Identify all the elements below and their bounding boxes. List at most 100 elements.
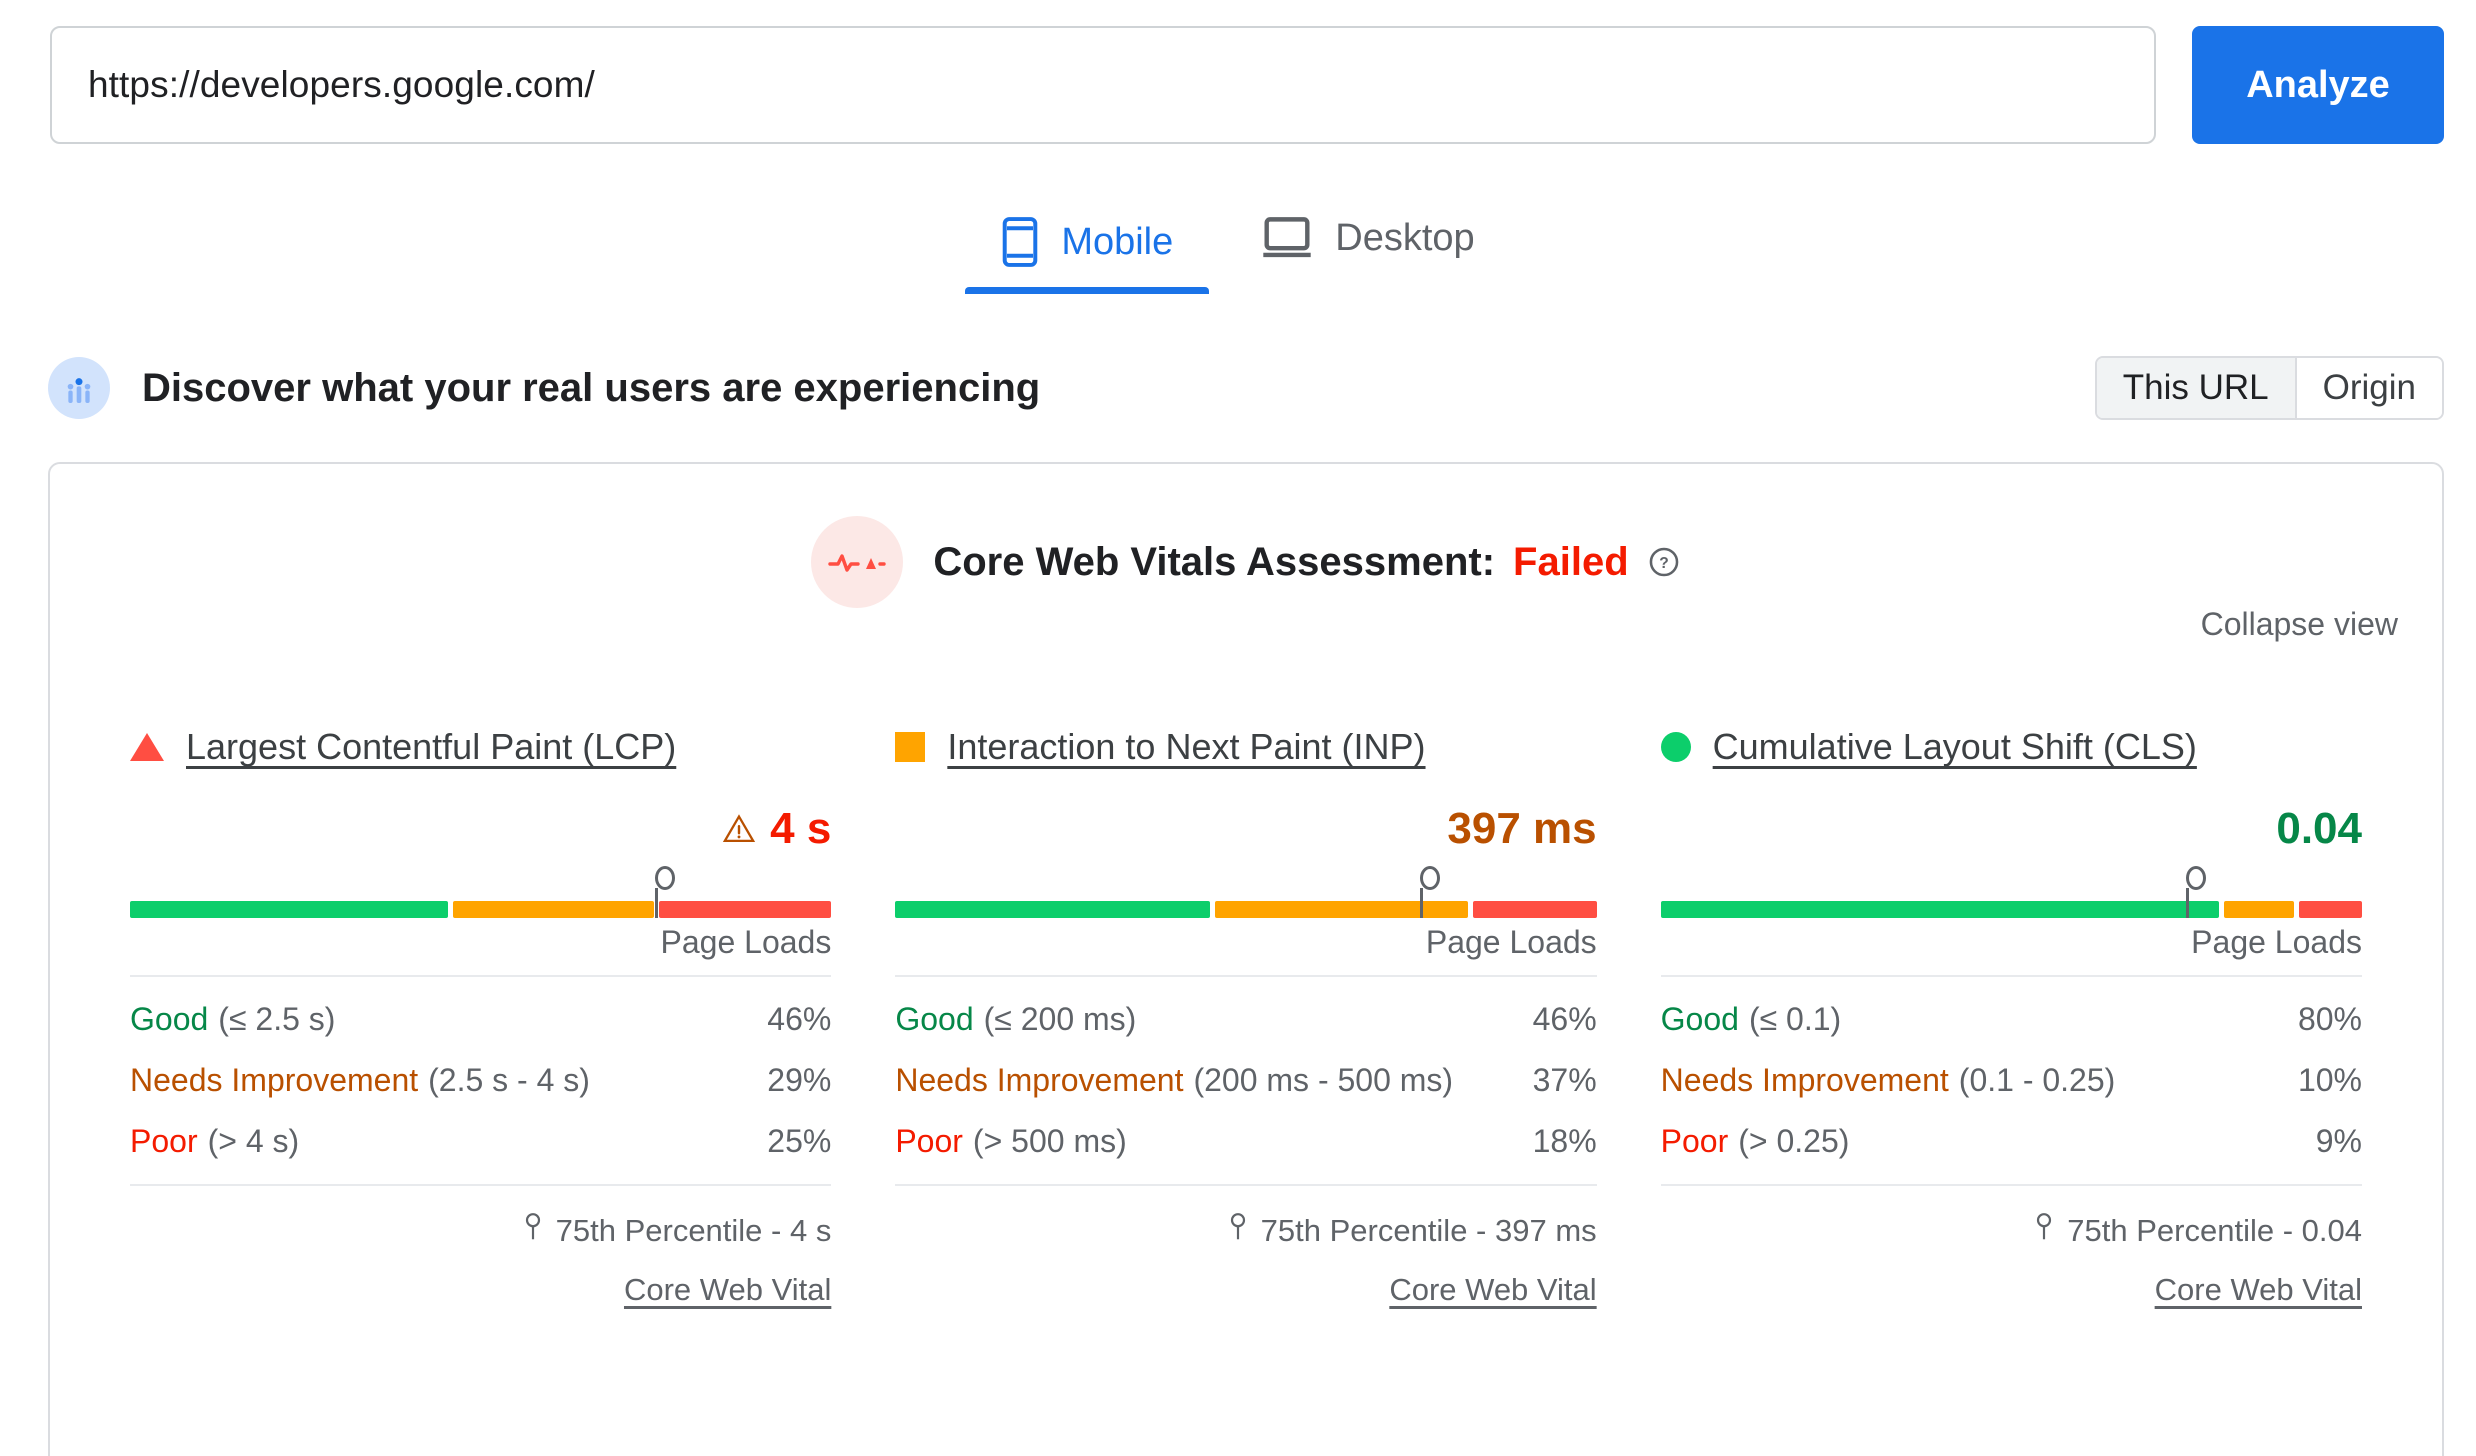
assessment-label: Core Web Vitals Assessment:: [933, 539, 1496, 584]
metric-cls-p75-pin: [2185, 866, 2206, 918]
bucket-range: (≤ 0.1): [1748, 1001, 1842, 1037]
bucket-range: (0.1 - 0.25): [1958, 1062, 2116, 1098]
metric-cls-cwv-link[interactable]: Core Web Vital: [1661, 1250, 2362, 1308]
bucket-row: Poor (> 500 ms) 18%: [895, 1111, 1596, 1172]
bucket-percent: 80%: [2297, 1001, 2362, 1037]
bucket-range: (≤ 2.5 s): [218, 1001, 336, 1037]
core-web-vitals-card: Core Web Vitals Assessment: Failed ? Col…: [48, 462, 2444, 1456]
metric-lcp-buckets: Good (≤ 2.5 s) 46% Needs Improvement (2.…: [130, 975, 832, 1186]
metric-lcp-bar: [130, 866, 832, 918]
assessment-header: Core Web Vitals Assessment: Failed ?: [50, 516, 2442, 608]
metric-cls-value-row: 0.04: [1661, 798, 2362, 860]
bucket-percent: 46%: [767, 1001, 832, 1037]
metric-lcp-percentile: 75th Percentile - 4 s: [130, 1186, 831, 1250]
bucket-range: (> 0.25): [1738, 1123, 1850, 1159]
discover-header: Discover what your real users are experi…: [0, 356, 2476, 420]
bucket-label: Needs Improvement: [130, 1062, 419, 1098]
metric-inp-cwv-link[interactable]: Core Web Vital: [895, 1250, 1596, 1308]
metric-lcp-header: Largest Contentful Paint (LCP): [130, 726, 831, 768]
metric-lcp-p75-pin: [654, 866, 675, 918]
metric-cls-percentile-text: 75th Percentile - 0.04: [2067, 1213, 2362, 1248]
metric-inp-p75-pin: [1420, 866, 1441, 918]
metric-cls-buckets: Good (≤ 0.1) 80% Needs Improvement (0.1 …: [1660, 975, 2362, 1186]
bucket-row: Good (≤ 0.1) 80%: [1661, 989, 2362, 1050]
good-circle-icon: [1660, 732, 1691, 762]
bucket-percent: 37%: [1532, 1062, 1597, 1098]
scope-this-url-button[interactable]: This URL: [2096, 358, 2295, 418]
scope-origin-button[interactable]: Origin: [2294, 358, 2442, 418]
needs-improvement-square-icon: [895, 732, 926, 762]
bar-segment-needs-improvement: [1215, 901, 1469, 918]
metric-cls-header: Cumulative Layout Shift (CLS): [1660, 726, 2362, 768]
metric-lcp-title[interactable]: Largest Contentful Paint (LCP): [186, 726, 676, 768]
bucket-percent: 18%: [1532, 1123, 1597, 1159]
url-bar-row: https://developers.google.com/ Analyze: [0, 0, 2476, 144]
metric-cls-bar: [1660, 866, 2362, 918]
metric-lcp-value-row: 4 s: [130, 798, 831, 860]
scope-toggle-group: This URL Origin: [2094, 356, 2444, 420]
bucket-label: Poor: [130, 1123, 198, 1159]
bucket-range: (200 ms - 500 ms): [1193, 1062, 1454, 1098]
metrics-grid: Largest Contentful Paint (LCP) 4 s Page …: [50, 726, 2442, 1308]
metric-lcp-column-header: Page Loads: [660, 924, 832, 960]
bar-segment-good: [895, 901, 1211, 918]
bucket-range: (> 4 s): [207, 1123, 300, 1159]
bucket-label: Good: [1660, 1001, 1739, 1037]
bucket-row: Needs Improvement (200 ms - 500 ms) 37%: [895, 1050, 1596, 1111]
mobile-icon: [1001, 216, 1039, 268]
bucket-label: Good: [895, 1001, 974, 1037]
metric-cls-title[interactable]: Cumulative Layout Shift (CLS): [1713, 726, 2197, 768]
metric-lcp-bar-track: [130, 901, 832, 918]
bar-segment-needs-improvement: [453, 901, 654, 918]
bucket-percent: 9%: [2315, 1123, 2362, 1159]
metric-inp-column-header: Page Loads: [1425, 924, 1597, 960]
bucket-row: Good (≤ 2.5 s) 46%: [130, 989, 831, 1050]
url-input[interactable]: https://developers.google.com/: [50, 26, 2156, 144]
bucket-percent: 25%: [767, 1123, 832, 1159]
poor-triangle-icon: [130, 733, 164, 761]
metric-inp-header: Interaction to Next Paint (INP): [895, 726, 1596, 768]
bucket-row: Needs Improvement (0.1 - 0.25) 10%: [1661, 1050, 2362, 1111]
tab-desktop[interactable]: Desktop: [1217, 206, 1518, 286]
bucket-row: Poor (> 0.25) 9%: [1661, 1111, 2362, 1172]
bucket-percent: 10%: [2297, 1062, 2362, 1098]
tab-desktop-label: Desktop: [1335, 216, 1475, 259]
bucket-label: Needs Improvement: [895, 1062, 1184, 1098]
metric-cls-value: 0.04: [2276, 804, 2362, 853]
device-tabs: Mobile Desktop: [0, 206, 2476, 294]
location-pin-icon: [1227, 1212, 1249, 1250]
metric-inp-percentile: 75th Percentile - 397 ms: [895, 1186, 1597, 1250]
tab-mobile[interactable]: Mobile: [957, 206, 1217, 294]
collapse-view-button[interactable]: Collapse view: [2201, 606, 2398, 643]
metric-inp-percentile-text: 75th Percentile - 397 ms: [1260, 1213, 1597, 1248]
analyze-button[interactable]: Analyze: [2192, 26, 2444, 144]
bucket-range: (≤ 200 ms): [983, 1001, 1137, 1037]
assessment-text: Core Web Vitals Assessment: Failed ?: [933, 540, 1680, 585]
bucket-label: Needs Improvement: [1660, 1062, 1949, 1098]
tab-mobile-label: Mobile: [1061, 220, 1174, 263]
bar-segment-poor: [1473, 901, 1597, 918]
bucket-range: (2.5 s - 4 s): [428, 1062, 590, 1098]
desktop-icon: [1261, 216, 1313, 260]
svg-text:?: ?: [1659, 555, 1669, 572]
bucket-label: Poor: [1660, 1123, 1729, 1159]
metric-cls-percentile: 75th Percentile - 0.04: [1661, 1186, 2362, 1250]
metric-cls-column-header: Page Loads: [2191, 924, 2362, 960]
bucket-percent: 46%: [1532, 1001, 1597, 1037]
location-pin-icon: [2033, 1212, 2055, 1250]
real-users-icon: [48, 357, 110, 419]
status-badge: Failed: [1513, 539, 1629, 584]
metric-lcp-cwv-link[interactable]: Core Web Vital: [130, 1250, 831, 1308]
bar-segment-poor: [2299, 901, 2362, 918]
help-circle-icon[interactable]: ?: [1647, 545, 1681, 579]
bucket-row: Needs Improvement (2.5 s - 4 s) 29%: [130, 1050, 831, 1111]
bar-segment-good: [130, 901, 449, 918]
bucket-label: Good: [130, 1001, 209, 1037]
metric-inp-value-row: 397 ms: [895, 798, 1596, 860]
metric-inp-bar-track: [895, 901, 1597, 918]
metric-cls-bar-track: [1660, 901, 2362, 918]
metric-inp-buckets: Good (≤ 200 ms) 46% Needs Improvement (2…: [895, 975, 1597, 1186]
bucket-percent: 29%: [767, 1062, 832, 1098]
metric-inp-title[interactable]: Interaction to Next Paint (INP): [947, 726, 1425, 768]
bar-segment-good: [1660, 901, 2220, 918]
